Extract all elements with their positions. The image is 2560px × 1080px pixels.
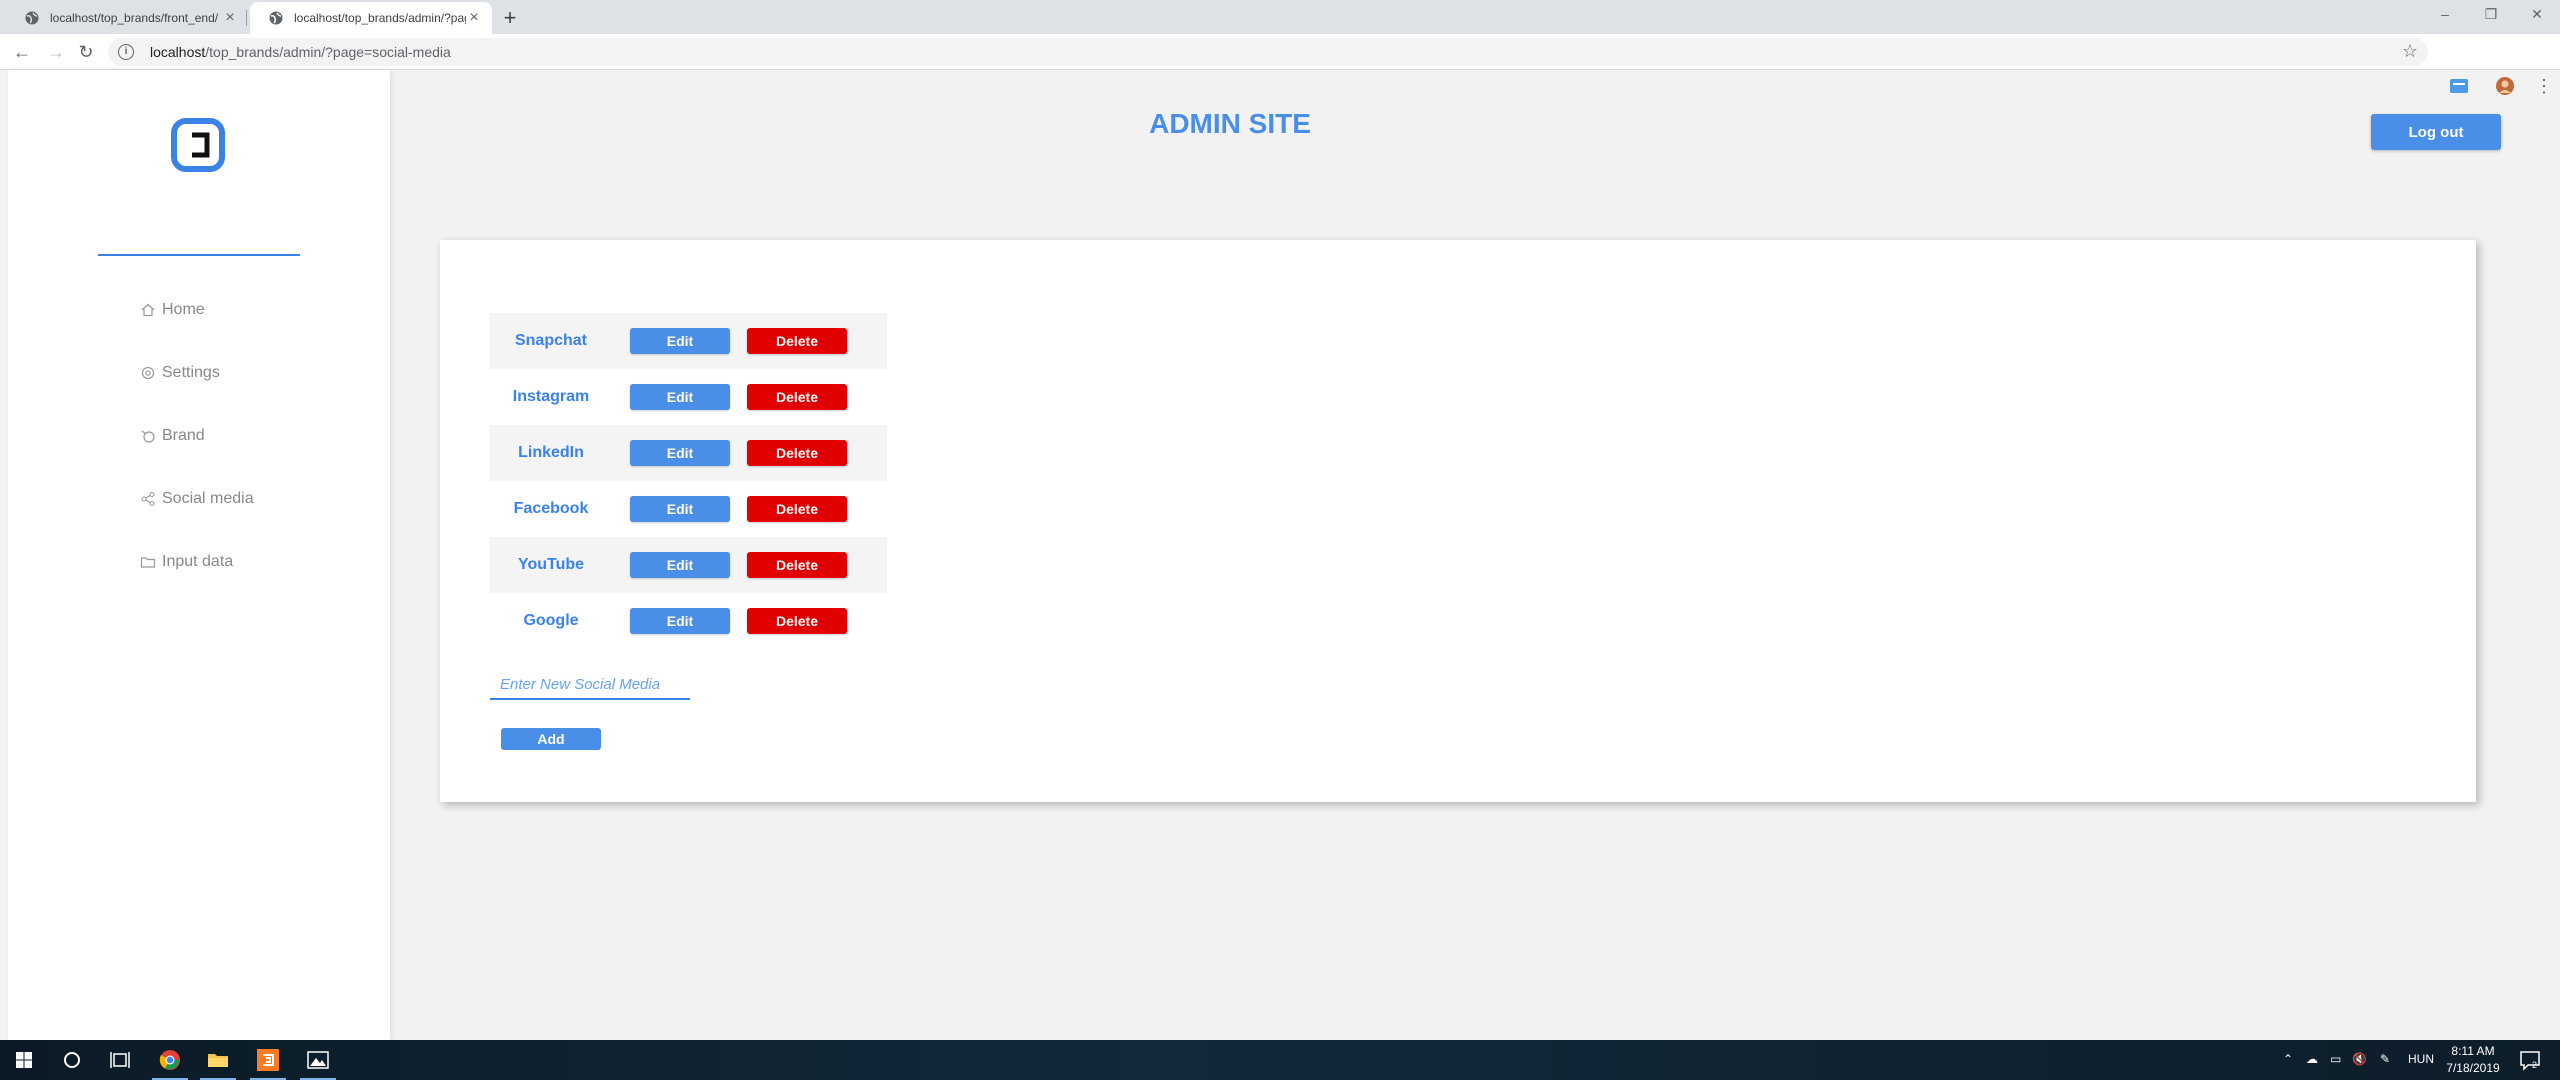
- social-media-name: Instagram: [512, 388, 590, 405]
- delete-button[interactable]: Delete: [747, 384, 847, 410]
- browser-tab-active[interactable]: localhost/top_brands/admin/?page=social-…: [250, 2, 492, 34]
- sidebar-item-home[interactable]: Home: [140, 298, 205, 322]
- sidebar-item-input-data[interactable]: Input data: [140, 550, 233, 574]
- sidebar: Home Settings Brand Social media Input d…: [8, 70, 390, 1040]
- social-media-name: LinkedIn: [518, 444, 584, 461]
- tab-title: localhost/top_brands/admin/?page=social-…: [294, 11, 466, 25]
- back-arrow-icon[interactable]: ←: [8, 38, 36, 66]
- edit-button[interactable]: Edit: [630, 608, 730, 634]
- clock-date: 7/18/2019: [2446, 1061, 2500, 1075]
- profile-avatar[interactable]: [2495, 76, 2515, 96]
- xampp-icon[interactable]: [256, 1048, 280, 1072]
- notification-icon[interactable]: 2: [2518, 1048, 2542, 1072]
- extension-icon[interactable]: [2449, 76, 2469, 96]
- globe-icon: [25, 11, 39, 25]
- close-window-button[interactable]: ✕: [2512, 0, 2560, 30]
- restore-button[interactable]: ❐: [2466, 0, 2516, 30]
- url-text: localhost/top_brands/admin/?page=social-…: [150, 44, 451, 60]
- edit-button[interactable]: Edit: [630, 328, 730, 354]
- sidebar-item-brand[interactable]: Brand: [140, 424, 205, 448]
- social-media-name: Snapchat: [514, 332, 587, 349]
- url-host: localhost: [150, 44, 206, 60]
- sidebar-item-label: Brand: [162, 427, 205, 444]
- battery-icon[interactable]: ▭: [2330, 1052, 2341, 1066]
- sidebar-item-label: Input data: [162, 553, 234, 570]
- sidebar-item-label: Social media: [162, 490, 254, 507]
- gear-icon: [141, 366, 155, 380]
- clock[interactable]: 8:11 AM 7/18/2019: [2438, 1043, 2508, 1077]
- reload-icon[interactable]: ↻: [72, 38, 100, 66]
- sidebar-item-label: Settings: [162, 364, 220, 381]
- add-button[interactable]: Add: [501, 728, 601, 750]
- info-icon[interactable]: i: [118, 44, 134, 60]
- windows-start-icon[interactable]: [12, 1048, 36, 1072]
- chrome-icon[interactable]: [158, 1048, 182, 1072]
- browser-menu-icon[interactable]: ⋮: [2534, 74, 2554, 98]
- browser-tab-bar: localhost/top_brands/front_end/ × localh…: [0, 0, 2560, 34]
- social-media-name: Google: [523, 612, 579, 629]
- new-social-media-input[interactable]: [490, 670, 690, 700]
- close-icon[interactable]: ×: [222, 10, 238, 26]
- new-tab-button[interactable]: +: [496, 4, 524, 32]
- browser-toolbar: ← → ↻ i localhost/top_brands/admin/?page…: [0, 34, 2560, 96]
- social-media-name: YouTube: [517, 556, 585, 573]
- home-icon: [141, 303, 155, 317]
- edit-button[interactable]: Edit: [630, 552, 730, 578]
- social-media-card: Snapchat Edit Delete Instagram Edit Dele…: [440, 240, 2476, 802]
- edit-button[interactable]: Edit: [630, 496, 730, 522]
- sidebar-item-label: Home: [162, 301, 205, 318]
- tab-separator: [246, 10, 247, 26]
- delete-button[interactable]: Delete: [747, 496, 847, 522]
- list-item: Instagram Edit Delete: [490, 369, 887, 425]
- bookmark-star-icon[interactable]: ☆: [2402, 41, 2418, 62]
- folder-icon: [140, 557, 156, 568]
- page-title: ADMIN SITE: [1149, 108, 1311, 139]
- close-icon[interactable]: ×: [466, 10, 482, 26]
- logout-button[interactable]: Log out: [2371, 114, 2501, 150]
- edit-button[interactable]: Edit: [630, 384, 730, 410]
- sidebar-item-settings[interactable]: Settings: [140, 361, 220, 385]
- taskbar: ⌃ ☁ ▭ 🔇 ✎ HUN 8:11 AM 7/18/2019 2: [0, 1040, 2560, 1080]
- list-item: Google Edit Delete: [490, 593, 887, 649]
- notification-count: 2: [2532, 1060, 2537, 1070]
- pen-icon[interactable]: ✎: [2380, 1052, 2390, 1066]
- share-icon: [141, 491, 155, 507]
- browser-tab[interactable]: localhost/top_brands/front_end/ ×: [6, 2, 248, 34]
- url-path: /top_brands/admin/?page=social-media: [205, 44, 451, 60]
- list-item: Facebook Edit Delete: [490, 481, 887, 537]
- globe-icon: [269, 11, 283, 25]
- file-explorer-icon[interactable]: [206, 1048, 230, 1072]
- delete-button[interactable]: Delete: [747, 608, 847, 634]
- sidebar-divider: [98, 254, 300, 256]
- address-bar[interactable]: i localhost/top_brands/admin/?page=socia…: [108, 38, 2428, 66]
- forward-arrow-icon[interactable]: →: [42, 38, 70, 66]
- volume-muted-icon[interactable]: 🔇: [2352, 1052, 2367, 1066]
- delete-button[interactable]: Delete: [747, 440, 847, 466]
- task-view-icon[interactable]: [108, 1048, 132, 1072]
- sidebar-item-social-media[interactable]: Social media: [140, 487, 254, 511]
- social-media-list: Snapchat Edit Delete Instagram Edit Dele…: [490, 313, 887, 649]
- minimize-button[interactable]: –: [2420, 0, 2470, 30]
- delete-button[interactable]: Delete: [747, 328, 847, 354]
- list-item: LinkedIn Edit Delete: [490, 425, 887, 481]
- logo: [171, 118, 225, 172]
- list-item: YouTube Edit Delete: [490, 537, 887, 593]
- photos-icon[interactable]: [306, 1048, 330, 1072]
- brand-icon: [141, 430, 155, 443]
- tab-title: localhost/top_brands/front_end/: [50, 11, 219, 25]
- cortana-search-icon[interactable]: [60, 1048, 84, 1072]
- delete-button[interactable]: Delete: [747, 552, 847, 578]
- list-item: Snapchat Edit Delete: [490, 313, 887, 369]
- edit-button[interactable]: Edit: [630, 440, 730, 466]
- onedrive-icon[interactable]: ☁: [2306, 1052, 2318, 1066]
- clock-time: 8:11 AM: [2451, 1044, 2495, 1058]
- social-media-name: Facebook: [513, 500, 589, 517]
- language-indicator[interactable]: HUN: [2408, 1052, 2434, 1066]
- chevron-up-icon[interactable]: ⌃: [2283, 1052, 2293, 1066]
